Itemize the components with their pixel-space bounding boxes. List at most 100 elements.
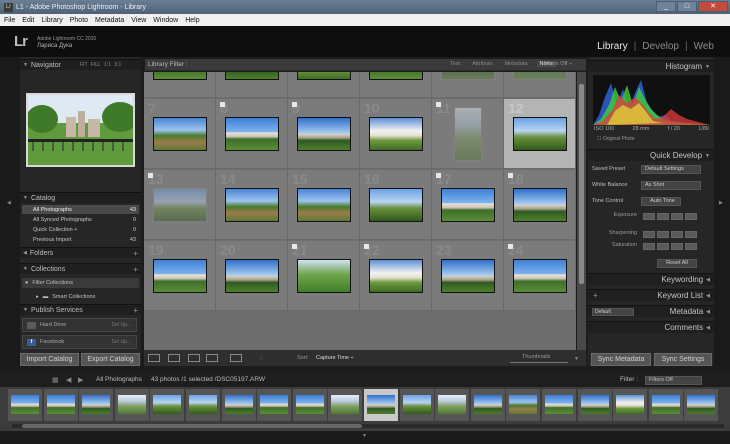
- filmstrip-thumbnail[interactable]: [331, 395, 360, 414]
- left-edge-strip[interactable]: [0, 57, 20, 366]
- increase-large-button[interactable]: [685, 231, 697, 238]
- filmstrip-thumbnail[interactable]: [260, 395, 289, 414]
- badge-icon[interactable]: [508, 173, 513, 178]
- decrease-button[interactable]: [657, 213, 669, 220]
- filmstrip-cell[interactable]: [8, 389, 42, 421]
- grid-cell[interactable]: [504, 72, 576, 98]
- collections-header[interactable]: ▼ Collections +: [20, 263, 141, 274]
- filmstrip-scrollbar[interactable]: [12, 424, 724, 428]
- filmstrip-thumbnail[interactable]: [651, 395, 680, 414]
- scroll-thumb[interactable]: [22, 424, 362, 428]
- grid-view-icon[interactable]: [148, 354, 160, 362]
- filmstrip-thumbnail[interactable]: [687, 395, 716, 414]
- decrease-large-button[interactable]: [643, 231, 655, 238]
- badge-icon[interactable]: [436, 102, 441, 107]
- white-balance-select[interactable]: As Shot: [641, 181, 701, 190]
- smart-collections-item[interactable]: ▸ ▬ Smart Collections: [22, 292, 139, 302]
- decrease-button[interactable]: [657, 231, 669, 238]
- photo-thumbnail[interactable]: [225, 117, 279, 151]
- grid-cell[interactable]: 7: [144, 99, 216, 169]
- grid-cell[interactable]: 9: [288, 99, 360, 169]
- filmstrip-thumbnail[interactable]: [367, 395, 395, 414]
- grid-cell[interactable]: 11: [432, 99, 504, 169]
- right-collapse-arrow-icon[interactable]: ▶: [719, 200, 723, 206]
- menu-file[interactable]: File: [4, 17, 15, 24]
- publish-facebook[interactable]: f Facebook Set Up...: [22, 335, 137, 349]
- photo-thumbnail[interactable]: [441, 188, 495, 222]
- grid-cell[interactable]: [288, 72, 360, 98]
- photo-thumbnail[interactable]: [153, 259, 207, 293]
- grid-cell[interactable]: 16: [360, 170, 432, 240]
- publish-services-header[interactable]: ▼ Publish Services +: [20, 304, 141, 315]
- grid-cell[interactable]: 23: [432, 241, 504, 311]
- photo-thumbnail[interactable]: [441, 259, 495, 293]
- grid-cell[interactable]: 22: [360, 241, 432, 311]
- grid-cell[interactable]: 12: [504, 99, 576, 169]
- badge-icon[interactable]: [292, 102, 297, 107]
- menu-window[interactable]: Window: [153, 17, 178, 24]
- import-catalog-button[interactable]: Import Catalog: [20, 353, 79, 366]
- keyword-list-header[interactable]: + Keyword List ◀: [588, 289, 714, 301]
- photo-thumbnail[interactable]: [153, 188, 207, 222]
- catalog-item-all-synced[interactable]: All Synced Photographs 0: [22, 215, 139, 224]
- filmstrip-thumbnail[interactable]: [509, 395, 538, 414]
- filmstrip-cell[interactable]: [399, 389, 434, 421]
- grid-cell[interactable]: 8: [216, 99, 288, 169]
- photo-thumbnail[interactable]: [297, 188, 351, 222]
- setup-link[interactable]: Set Up...: [112, 339, 131, 345]
- increase-button[interactable]: [671, 231, 683, 238]
- badge-icon[interactable]: [292, 244, 297, 249]
- grid-cell[interactable]: 20: [216, 241, 288, 311]
- filmstrip-source[interactable]: All Photographs: [96, 376, 142, 383]
- filmstrip-cell[interactable]: [328, 389, 363, 421]
- filmstrip-collapse-arrow-icon[interactable]: ▼: [362, 433, 367, 439]
- maximize-button[interactable]: □: [677, 1, 697, 12]
- filmstrip-thumbnail[interactable]: [189, 395, 217, 414]
- original-photo-checkbox[interactable]: ☐ Original Photo: [597, 136, 635, 142]
- photo-thumbnail[interactable]: [225, 259, 279, 293]
- filmstrip-thumbnail[interactable]: [82, 395, 111, 414]
- photo-thumbnail[interactable]: [225, 188, 279, 222]
- increase-large-button[interactable]: [685, 243, 697, 250]
- increase-button[interactable]: [671, 213, 683, 220]
- module-develop[interactable]: Develop: [642, 41, 679, 52]
- increase-button[interactable]: [671, 243, 683, 250]
- spray-can-icon[interactable]: ♢: [258, 354, 264, 362]
- left-collapse-arrow-icon[interactable]: ◀: [7, 200, 11, 206]
- menu-view[interactable]: View: [131, 17, 146, 24]
- menu-help[interactable]: Help: [185, 17, 199, 24]
- photo-thumbnail[interactable]: [513, 72, 567, 80]
- filmstrip-filter-select[interactable]: Filters Off: [645, 376, 702, 385]
- sync-metadata-button[interactable]: Sync Metadata: [591, 353, 651, 366]
- add-collection-icon[interactable]: +: [133, 265, 138, 274]
- filmstrip-cell[interactable]: [364, 389, 398, 421]
- badge-icon[interactable]: [220, 102, 225, 107]
- add-service-icon[interactable]: +: [133, 306, 138, 315]
- scroll-thumb[interactable]: [579, 84, 584, 284]
- grid-cell[interactable]: [216, 72, 288, 98]
- metadata-header[interactable]: Default Metadata ◀: [588, 305, 714, 317]
- close-button[interactable]: ✕: [698, 1, 728, 12]
- grid-cell[interactable]: 15: [288, 170, 360, 240]
- comments-header[interactable]: Comments ◀: [588, 321, 714, 333]
- histogram-header[interactable]: Histogram ▼: [588, 60, 714, 72]
- badge-icon[interactable]: [508, 244, 513, 249]
- forward-arrow-icon[interactable]: ▶: [78, 376, 83, 384]
- grid-cell[interactable]: 17: [432, 170, 504, 240]
- menu-photo[interactable]: Photo: [70, 17, 88, 24]
- filmstrip-thumbnail[interactable]: [402, 395, 431, 414]
- filmstrip-thumbnail[interactable]: [545, 395, 573, 414]
- photo-thumbnail[interactable]: [297, 117, 351, 151]
- grid-cell[interactable]: 24: [504, 241, 576, 311]
- decrease-large-button[interactable]: [643, 213, 655, 220]
- filmstrip-thumbnail[interactable]: [438, 395, 467, 414]
- filmstrip-thumbnail[interactable]: [46, 395, 75, 414]
- grid-scrollbar[interactable]: [577, 72, 586, 350]
- filmstrip-cell[interactable]: [577, 389, 612, 421]
- filmstrip-cell[interactable]: [43, 389, 78, 421]
- back-arrow-icon[interactable]: ◀: [66, 376, 71, 384]
- compare-view-icon[interactable]: [188, 354, 200, 362]
- filmstrip-thumbnail[interactable]: [11, 395, 39, 414]
- thumbnail-size-slider[interactable]: [510, 362, 568, 363]
- filter-metadata[interactable]: Metadata: [502, 61, 531, 67]
